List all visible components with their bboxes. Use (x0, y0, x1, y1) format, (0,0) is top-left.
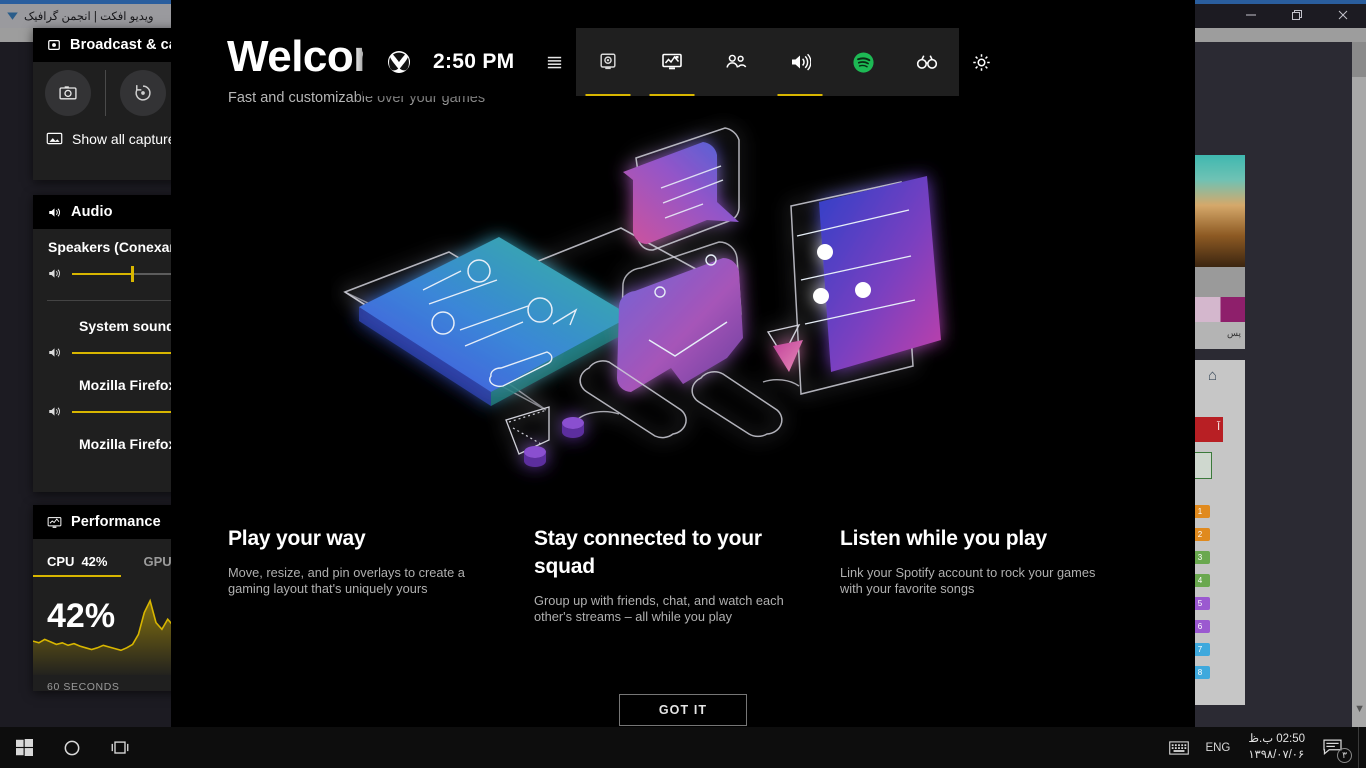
keyboard-icon (1169, 740, 1190, 755)
feature-column: Listen while you play Link your Spotify … (840, 525, 1146, 626)
home-icon[interactable]: ⌂ (1208, 367, 1217, 384)
hub-capture-button[interactable] (576, 28, 640, 96)
feature-heading: Listen while you play (840, 527, 1048, 550)
record-last-30s-button[interactable] (120, 70, 166, 116)
xbox-logo-button[interactable] (373, 50, 425, 74)
tab-cpu[interactable]: CPU 42% (33, 554, 123, 577)
clock-date: ۱۳۹۸/۰۷/۰۶ (1248, 748, 1305, 761)
tab-gpu[interactable]: GPU (143, 554, 171, 577)
windows-taskbar: ENG 02:50 ب.ظ ۱۳۹۸/۰۷/۰۶ ۳ (0, 727, 1366, 768)
cortana-circle-icon (64, 740, 80, 755)
clock-time: 02:50 ب.ظ (1248, 733, 1305, 746)
tab-gpu-label: GPU (143, 554, 172, 569)
task-view-button[interactable] (96, 727, 144, 768)
maximize-button[interactable] (1274, 0, 1320, 30)
notification-badge: ۳ (1337, 748, 1352, 763)
touch-keyboard-button[interactable] (1161, 727, 1197, 768)
gamebar-hub: 2:50 PM (363, 28, 1003, 96)
page-scrollbar[interactable]: ▼ (1352, 42, 1366, 727)
feature-heading: Play your way (228, 527, 366, 550)
page-content-sliver: پس ⌂ آ 1 2 3 4 5 6 7 8 ▼ (1190, 42, 1366, 727)
hub-left-cluster: 2:50 PM (363, 28, 577, 96)
speaker-icon (49, 407, 60, 416)
show-desktop-button[interactable] (1358, 727, 1366, 768)
hub-settings-button[interactable] (959, 28, 1003, 96)
hub-widget-icons (576, 28, 959, 96)
page-block-magenta (1190, 297, 1245, 322)
spotify-icon (853, 51, 874, 73)
hub-audio-button[interactable] (768, 28, 832, 96)
feature-body: Move, resize, and pin overlays to create… (228, 564, 465, 597)
feature-body: Group up with friends, chat, and watch e… (534, 592, 784, 625)
feature-column: Stay connected to your squad Group up wi… (534, 525, 840, 626)
browser-tab[interactable]: ویدیو افکت | انجمن گرافیک (0, 4, 172, 28)
looking-for-group-icon (916, 55, 938, 69)
screen: ویدیو افکت | انجمن گرافیک پس ⌂ آ 1 2 3 4… (0, 0, 1366, 768)
speaker-icon (49, 269, 60, 278)
page-block-gray (1190, 267, 1245, 297)
cpu-usage-value: 42% (47, 597, 116, 635)
hub-xbox-social-button[interactable] (704, 28, 768, 96)
got-it-button[interactable]: GOT IT (619, 694, 747, 726)
feature-column: Play your way Move, resize, and pin over… (228, 525, 534, 626)
broadcast-icon (48, 40, 60, 50)
screenshot-icon (59, 86, 77, 100)
feature-body: Link your Spotify account to rock your g… (840, 564, 1096, 597)
performance-icon (47, 516, 62, 528)
hub-spotify-button[interactable] (831, 28, 895, 96)
gear-icon (972, 53, 990, 71)
widget-title: Performance (71, 514, 161, 530)
windows-logo-icon (15, 739, 33, 756)
language-indicator[interactable]: ENG (1197, 727, 1238, 768)
isometric-devices-illustration (343, 127, 941, 467)
page-caption: پس (1190, 322, 1245, 349)
cta-row: GOT IT (171, 694, 1195, 726)
tab-cpu-value: 42% (81, 554, 108, 569)
active-indicator (777, 94, 823, 96)
feature-heading: Stay connected to your squad (534, 527, 762, 578)
welcome-illustration (331, 110, 1051, 510)
firefox-favicon (7, 11, 18, 20)
tab-cpu-label: CPU (47, 554, 75, 569)
show-all-captures-label: Show all captures (72, 130, 183, 147)
browser-tab-title: ویدیو افکت | انجمن گرافیک (24, 11, 154, 23)
hub-looking-for-group-button[interactable] (895, 28, 959, 96)
page-image-thumb (1190, 155, 1245, 267)
welcome-overlay: Welcome Fast and customizable over your … (171, 0, 1195, 768)
chevron-down-icon[interactable]: ▼ (1354, 703, 1365, 715)
close-button[interactable] (1320, 0, 1366, 30)
hub-clock: 2:50 PM (433, 50, 515, 73)
screenshot-button[interactable] (45, 70, 91, 116)
page-secondary-panel: ⌂ آ 1 2 3 4 5 6 7 8 (1190, 360, 1245, 705)
xbox-social-icon (726, 54, 747, 68)
gallery-icon (46, 132, 63, 145)
hub-performance-button[interactable] (640, 28, 704, 96)
cortana-button[interactable] (48, 727, 96, 768)
audio-icon (791, 53, 811, 71)
record-last-30s-icon (135, 85, 151, 101)
capture-icon (600, 53, 616, 70)
taskbar-clock[interactable]: 02:50 ب.ظ ۱۳۹۸/۰۷/۰۶ (1238, 732, 1315, 762)
capture-divider (105, 70, 106, 116)
speaker-icon (49, 348, 60, 357)
widget-title: Audio (71, 204, 113, 220)
taskbar-right: ENG 02:50 ب.ظ ۱۳۹۸/۰۷/۰۶ ۳ (1161, 727, 1366, 768)
minimize-button[interactable] (1228, 0, 1274, 30)
feature-columns: Play your way Move, resize, and pin over… (228, 525, 1148, 626)
scrollbar-thumb[interactable] (1352, 42, 1366, 77)
widget-menu-icon (547, 56, 562, 68)
performance-icon (662, 53, 682, 70)
notification-center-button[interactable]: ۳ (1315, 727, 1358, 768)
widget-menu-button[interactable] (532, 53, 576, 72)
active-indicator (585, 94, 631, 96)
taskbar-left (0, 727, 144, 768)
window-controls (1228, 0, 1366, 30)
xbox-logo-icon (388, 51, 410, 73)
audio-icon (49, 207, 60, 217)
active-indicator (649, 94, 695, 96)
task-view-icon (111, 740, 129, 754)
start-button[interactable] (0, 727, 48, 768)
